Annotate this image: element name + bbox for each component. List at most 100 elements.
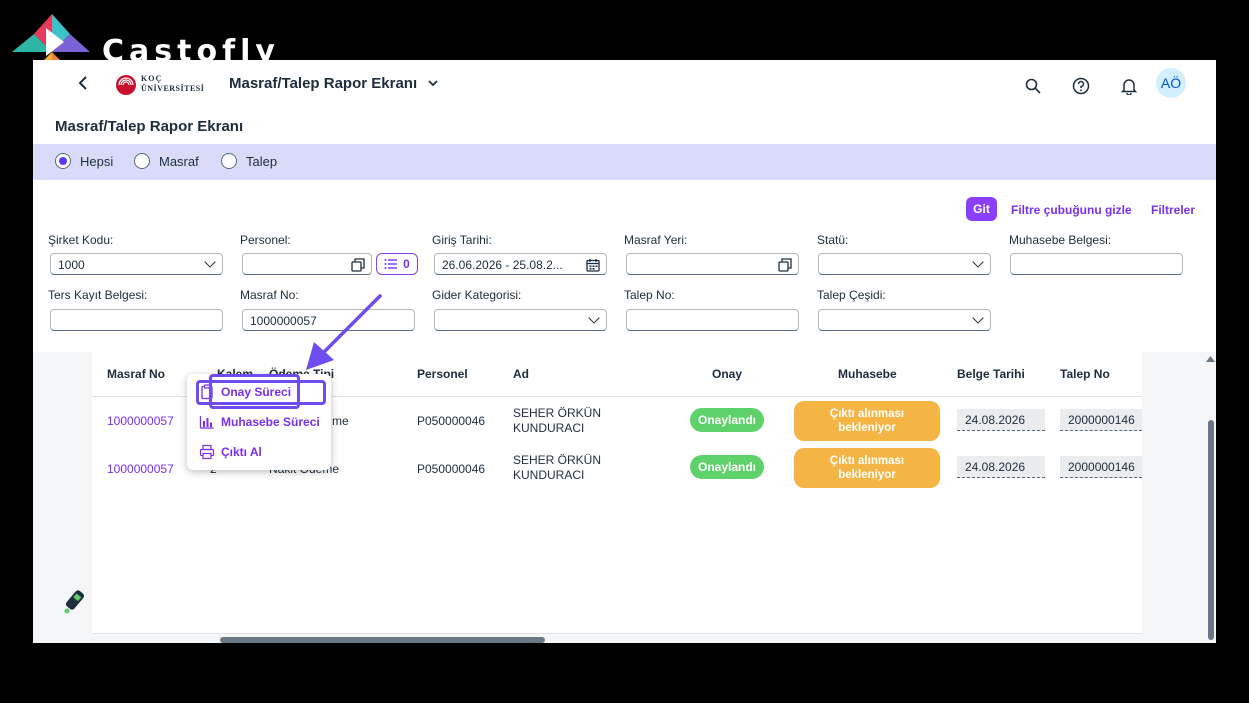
talep-no-input[interactable] <box>626 309 799 331</box>
notifications-button[interactable] <box>1117 74 1141 98</box>
app-title: Masraf/Talep Rapor Ekranı <box>229 75 418 92</box>
column-header[interactable]: Muhasebe <box>838 367 897 381</box>
menu-item-cikti-al[interactable]: Çıktı Al <box>199 441 262 463</box>
menu-item-muhasebe-sureci[interactable]: Muhasebe Süreci <box>199 411 320 433</box>
radio-circle <box>134 153 150 169</box>
scroll-up-icon[interactable] <box>1205 355 1216 363</box>
personel-label: Personel: <box>240 233 291 247</box>
personel-input[interactable] <box>242 253 372 275</box>
sirket-kodu-select[interactable]: 1000 <box>50 253 223 275</box>
menu-item-label: Muhasebe Süreci <box>221 415 320 429</box>
chevron-left-icon <box>78 76 87 90</box>
belge-tarihi-cell: 24.08.2026 <box>957 409 1045 431</box>
muhasebe-status-line2: bekleniyor <box>838 469 896 481</box>
vertical-scroll-thumb[interactable] <box>1208 420 1214 640</box>
muhasebe-status-line2: bekleniyor <box>838 422 896 434</box>
column-header[interactable]: Belge Tarihi <box>957 367 1025 381</box>
page-title: Masraf/Talep Rapor Ekranı <box>55 118 244 135</box>
calendar-icon[interactable] <box>586 258 600 272</box>
odeme-tipi-cell: me <box>332 414 349 428</box>
highlight-outline-inner <box>209 374 300 409</box>
value-help-icon[interactable] <box>778 258 792 272</box>
radio-circle-selected <box>55 153 71 169</box>
horizontal-scrollbar[interactable] <box>220 637 545 643</box>
ad-cell-line2: KUNDURACI <box>513 421 585 435</box>
personel-cell: P050000046 <box>417 462 486 476</box>
column-header[interactable]: Onay <box>712 367 742 381</box>
talep-cesidi-label: Talep Çeşidi: <box>817 288 886 302</box>
masraf-yeri-input[interactable] <box>626 253 799 275</box>
talep-no-cell: 2000000146 <box>1060 409 1142 431</box>
pen-icon <box>64 590 85 614</box>
personel-count-button[interactable]: 0 <box>376 253 418 275</box>
search-button[interactable] <box>1021 74 1045 98</box>
shell-bar: KOÇ ÜNİVERSİTESİ Masraf/Talep Rapor Ekra… <box>33 60 1216 112</box>
printer-icon <box>199 444 215 460</box>
column-header[interactable]: Personel <box>417 367 468 381</box>
filter-bar: Git Filtre çubuğunu gizle Filtreler Şirk… <box>33 180 1216 352</box>
talep-no-label: Talep No: <box>624 288 675 302</box>
hide-filterbar-link[interactable]: Filtre çubuğunu gizle <box>1011 203 1132 217</box>
chevron-down-icon <box>972 256 984 268</box>
muhasebe-belgesi-input[interactable] <box>1010 253 1183 275</box>
filters-link[interactable]: Filtreler <box>1151 203 1195 217</box>
type-radio-bar: Hepsi Masraf Talep <box>33 144 1216 180</box>
koc-emblem-icon <box>116 75 136 95</box>
user-avatar[interactable]: AÖ <box>1156 68 1186 98</box>
search-icon <box>1025 78 1041 94</box>
radio-hepsi[interactable]: Hepsi <box>55 153 113 169</box>
list-icon <box>384 259 398 269</box>
bell-icon <box>1121 79 1137 95</box>
help-icon <box>1072 77 1090 95</box>
castofly-recorder-icon[interactable] <box>61 588 87 616</box>
chevron-down-icon <box>588 312 600 324</box>
statu-label: Statü: <box>817 233 849 247</box>
radio-label: Hepsi <box>80 153 114 169</box>
masraf-no-link[interactable]: 1000000057 <box>107 414 174 428</box>
chevron-down-icon <box>428 80 438 87</box>
table-bottom-divider <box>92 633 1142 634</box>
column-header[interactable]: Talep No <box>1060 367 1110 381</box>
masraf-no-label: Masraf No: <box>240 288 299 302</box>
ters-kayit-input[interactable] <box>50 309 223 331</box>
personel-cell: P050000046 <box>417 414 486 428</box>
ad-cell-line2: KUNDURACI <box>513 468 585 482</box>
bar-chart-icon <box>199 416 214 429</box>
giris-tarihi-input[interactable]: 26.06.2026 - 25.08.2... <box>434 253 607 275</box>
talep-cesidi-select[interactable] <box>818 309 991 331</box>
column-header[interactable]: Masraf No <box>107 367 165 381</box>
radio-circle <box>221 153 237 169</box>
radio-talep[interactable]: Talep <box>221 153 277 169</box>
belge-tarihi-cell: 24.08.2026 <box>957 456 1045 478</box>
column-header[interactable]: Ad <box>513 367 529 381</box>
sirket-kodu-label: Şirket Kodu: <box>48 233 114 247</box>
app-window: KOÇ ÜNİVERSİTESİ Masraf/Talep Rapor Ekra… <box>33 60 1216 643</box>
back-button[interactable] <box>77 74 89 97</box>
masraf-no-link[interactable]: 1000000057 <box>107 462 174 476</box>
chevron-down-icon <box>204 256 216 268</box>
go-button[interactable]: Git <box>966 197 997 221</box>
masraf-yeri-label: Masraf Yeri: <box>624 233 688 247</box>
onay-status-badge: Onaylandı <box>690 455 764 479</box>
org-name-line1: KOÇ <box>141 74 163 83</box>
gider-kategorisi-select[interactable] <box>434 309 607 331</box>
ad-cell-line1: SEHER ÖRKÜN <box>513 406 602 420</box>
chevron-down-icon <box>972 312 984 324</box>
vertical-scrollbar[interactable] <box>1205 352 1216 643</box>
help-button[interactable] <box>1069 74 1093 98</box>
muhasebe-status-line1: Çıktı alınması <box>829 408 905 420</box>
gider-kategorisi-label: Gider Kategorisi: <box>432 288 522 302</box>
radio-label: Talep <box>246 153 278 169</box>
sirket-kodu-value: 1000 <box>58 258 85 272</box>
statu-select[interactable] <box>818 253 991 275</box>
koc-university-logo: KOÇ ÜNİVERSİTESİ <box>115 72 207 98</box>
muhasebe-status-badge: Çıktı alınması bekleniyor <box>794 448 940 488</box>
menu-item-label: Çıktı Al <box>221 445 262 459</box>
annotation-arrow-icon <box>306 294 382 370</box>
org-name-line2: ÜNİVERSİTESİ <box>141 84 205 93</box>
radio-masraf[interactable]: Masraf <box>134 153 199 169</box>
value-help-icon[interactable] <box>351 258 365 272</box>
onay-status-badge: Onaylandı <box>690 408 764 432</box>
app-title-menu[interactable]: Masraf/Talep Rapor Ekranı <box>229 75 439 92</box>
ters-kayit-label: Ters Kayıt Belgesi: <box>48 288 148 302</box>
